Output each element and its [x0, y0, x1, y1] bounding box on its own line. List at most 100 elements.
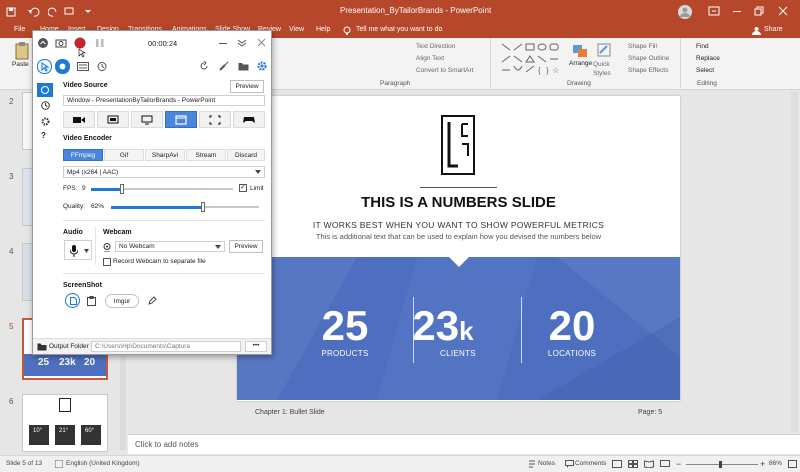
help-icon[interactable]: ? [41, 131, 46, 140]
quick-styles-icon[interactable] [597, 43, 611, 57]
tab-help[interactable]: Help [316, 26, 330, 33]
notes-icon[interactable] [528, 460, 536, 468]
save-icon[interactable] [6, 7, 16, 17]
screenshot-disk-toggle[interactable] [65, 293, 80, 308]
video-preview-button[interactable]: Preview [230, 80, 264, 93]
spellcheck-icon[interactable] [55, 460, 63, 468]
stat-value-clients[interactable]: 23k [383, 305, 503, 347]
stat-label-products[interactable]: PRODUCTS [280, 349, 410, 358]
source-window-option[interactable] [97, 111, 129, 128]
video-source-field[interactable]: Window - PresentationByTailorBrands - Po… [63, 95, 265, 106]
customize-toolbar-icon[interactable] [84, 7, 92, 15]
cursor-toggle[interactable] [37, 59, 52, 74]
replace-button[interactable]: Replace [696, 55, 720, 62]
source-fullscreen-option[interactable] [199, 111, 231, 128]
source-region-option-selected[interactable] [165, 111, 197, 128]
shape-outline-button[interactable]: Shape Outline [628, 55, 669, 62]
restore-window-button[interactable] [754, 6, 764, 16]
output-folder-path[interactable]: C:\Users\Hp\Documents\Captura [91, 341, 241, 352]
slide-body-text[interactable]: This is additional text that can be used… [237, 232, 680, 241]
slideshow-view-icon[interactable] [660, 460, 670, 468]
webcam-preview-button[interactable]: Preview [229, 240, 263, 253]
settings-gear-icon[interactable] [257, 61, 267, 71]
source-webcam-option[interactable] [63, 111, 95, 128]
fps-slider-thumb[interactable] [120, 184, 125, 194]
normal-view-icon[interactable] [612, 460, 622, 468]
zoom-out-button[interactable]: − [676, 459, 681, 469]
refresh-icon[interactable] [199, 61, 209, 71]
tab-file[interactable]: File [14, 26, 25, 33]
zoom-slider[interactable] [686, 464, 758, 465]
source-gamepad-option[interactable] [233, 111, 265, 128]
notes-toggle[interactable]: Notes [538, 460, 555, 467]
webcam-dropdown[interactable]: No Webcam [115, 241, 225, 252]
record-webcam-checkbox[interactable] [103, 258, 111, 266]
align-text-button[interactable]: Align Text [416, 55, 444, 62]
arrange-icon[interactable] [572, 44, 588, 58]
redo-icon[interactable] [48, 7, 58, 17]
start-slideshow-icon[interactable] [64, 7, 74, 17]
find-button[interactable]: Find [696, 43, 709, 50]
tab-view[interactable]: View [289, 26, 304, 33]
slide-thumbnail-6[interactable]: 10° 21° 60° [22, 394, 108, 452]
sidebar-item-main[interactable] [37, 83, 53, 97]
config-gear-icon[interactable] [41, 117, 50, 126]
clipboard-icon[interactable] [87, 296, 96, 306]
quality-slider-track[interactable] [111, 202, 259, 212]
source-screen-option[interactable] [131, 111, 163, 128]
encoder-ffmpeg-selected[interactable]: FFmpeg [63, 149, 103, 161]
slide-sorter-icon[interactable] [628, 460, 638, 468]
paste-button[interactable]: Paste [12, 61, 29, 68]
tell-me-search[interactable]: Tell me what you want to do [356, 26, 442, 33]
shapes-gallery[interactable]: {} ☆ [500, 42, 560, 76]
chevron-down-icon[interactable] [237, 38, 247, 48]
browse-folder-button[interactable]: ••• [245, 341, 267, 352]
slide-title[interactable]: THIS IS A NUMBERS SLIDE [237, 194, 680, 211]
fit-to-window-icon[interactable] [788, 460, 797, 468]
limit-checkbox[interactable]: ✓ [239, 184, 247, 192]
zoom-slider-thumb[interactable] [719, 461, 722, 468]
close-captura-button[interactable] [257, 38, 266, 47]
encoder-gif[interactable]: Gif [104, 149, 144, 161]
text-direction-button[interactable]: Text Direction [416, 43, 455, 50]
account-avatar[interactable] [678, 5, 692, 19]
select-button[interactable]: Select [696, 67, 714, 74]
comments-icon[interactable] [565, 460, 574, 468]
zoom-in-button[interactable]: + [760, 459, 765, 469]
slide-scrollbar[interactable] [791, 92, 798, 432]
clicks-toggle[interactable] [55, 59, 70, 74]
slide-subtitle[interactable]: IT WORKS BEST WHEN YOU WANT TO SHOW POWE… [237, 220, 680, 230]
share-button[interactable]: Share [764, 26, 783, 33]
folder-icon[interactable] [238, 62, 249, 71]
quality-slider-thumb[interactable] [200, 202, 205, 212]
convert-smartart-button[interactable]: Convert to SmartArt [416, 67, 473, 74]
microphone-selector[interactable] [64, 240, 92, 260]
imgur-toggle[interactable]: Imgur [105, 294, 139, 308]
slide-canvas[interactable]: THIS IS A NUMBERS SLIDE IT WORKS BEST WH… [237, 96, 680, 416]
camera-icon[interactable] [55, 38, 67, 48]
encoder-sharpavi[interactable]: SharpAvi [145, 149, 185, 161]
codec-dropdown[interactable]: Mp4 (x264 | AAC) [63, 166, 265, 178]
close-window-button[interactable] [778, 6, 788, 16]
slide-footer-right[interactable]: Page: 5 [638, 409, 662, 416]
minimize-captura-button[interactable] [219, 43, 227, 44]
stat-label-locations[interactable]: LOCATIONS [507, 349, 637, 358]
reading-view-icon[interactable] [644, 460, 654, 468]
history-icon[interactable] [41, 101, 50, 110]
notes-placeholder[interactable]: Click to add notes [135, 440, 199, 449]
notes-pane[interactable]: Click to add notes [128, 434, 800, 454]
ribbon-display-options-icon[interactable] [708, 6, 720, 16]
stat-value-locations[interactable]: 20 [507, 305, 637, 347]
slide-footer-left[interactable]: Chapter 1: Bullet Slide [255, 409, 325, 416]
stat-label-clients[interactable]: CLIENTS [393, 349, 523, 358]
quick-styles-button[interactable]: Quick Styles [593, 60, 623, 78]
brush-icon[interactable] [219, 61, 229, 71]
pause-button[interactable] [96, 38, 104, 48]
timer-icon[interactable] [97, 61, 107, 71]
fps-slider-track[interactable] [91, 184, 233, 194]
arrange-button[interactable]: Arrange [569, 60, 592, 67]
comments-toggle[interactable]: Comments [575, 460, 606, 467]
zoom-level[interactable]: 86% [769, 460, 782, 467]
shape-effects-button[interactable]: Shape Effects [628, 67, 668, 74]
encoder-stream[interactable]: Stream [186, 149, 226, 161]
